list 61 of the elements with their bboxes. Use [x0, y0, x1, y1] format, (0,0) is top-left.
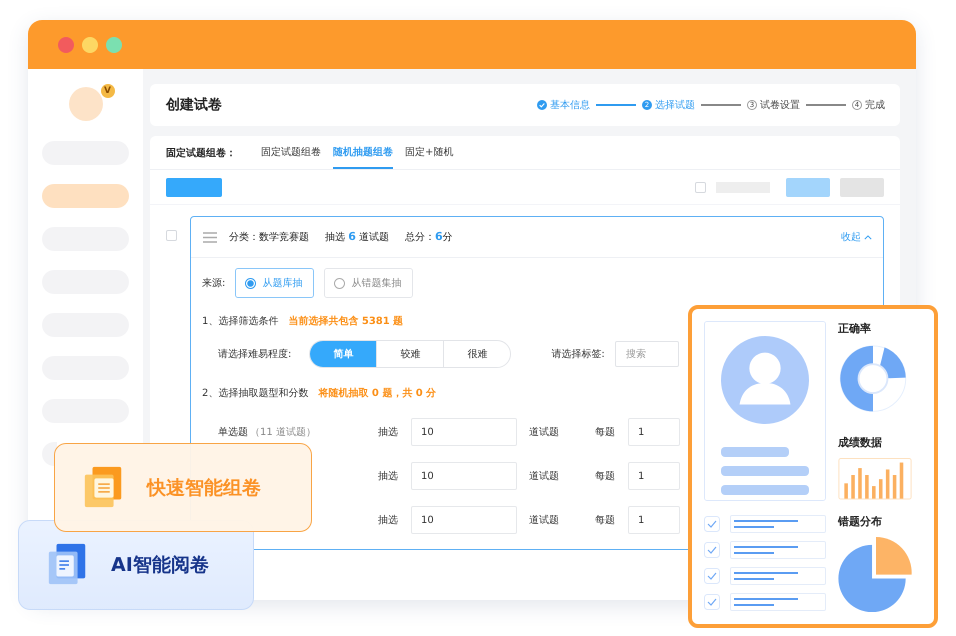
- mode-label: 固定试题组卷：: [166, 146, 236, 160]
- per-question-label: 每题: [595, 470, 615, 483]
- action-button[interactable]: [786, 178, 830, 196]
- avatar: [68, 87, 102, 121]
- tag-label: 请选择标签:: [551, 348, 605, 361]
- pick-count-field[interactable]: 10: [411, 506, 517, 534]
- sidebar-item[interactable]: [42, 184, 129, 208]
- check-circle-icon: [537, 100, 547, 110]
- donut-chart-drawing: [838, 344, 908, 414]
- score-field[interactable]: 1: [628, 506, 680, 534]
- difficulty-option[interactable]: 较难: [376, 341, 444, 367]
- step-connector: [701, 104, 741, 106]
- section-title: 1、选择筛选条件: [202, 314, 278, 328]
- drag-handle-icon[interactable]: [203, 232, 217, 242]
- mode-tab[interactable]: 固定+随机: [405, 136, 454, 169]
- vip-badge: V: [100, 84, 114, 98]
- pick-count-field[interactable]: 10: [411, 462, 517, 490]
- source-option[interactable]: 从错题集抽: [324, 268, 414, 298]
- category-text: 分类：数学竞赛题: [229, 230, 309, 244]
- mode-tab[interactable]: 固定试题组卷: [261, 136, 321, 169]
- score-field[interactable]: 1: [628, 462, 680, 490]
- per-question-label: 每题: [595, 514, 615, 527]
- difficulty-option[interactable]: 很难: [443, 341, 510, 367]
- source-label: 来源:: [202, 276, 226, 290]
- step-connector: [596, 104, 636, 106]
- step-connector: [806, 104, 846, 106]
- secondary-button[interactable]: [840, 178, 884, 196]
- section-note: 将随机抽取 0 题，共 0 分: [318, 386, 436, 400]
- pick-label: 抽选: [378, 514, 398, 527]
- unit-label: 道试题: [529, 470, 560, 483]
- pick-label: 抽选: [378, 470, 398, 483]
- unit-label: 道试题: [529, 514, 560, 527]
- chart-title: 错题分布: [838, 514, 883, 529]
- total-score-text: 总分：6分: [405, 230, 453, 244]
- maximize-dot[interactable]: [106, 36, 122, 52]
- question-count: （11 道试题）: [250, 426, 316, 439]
- minimize-dot[interactable]: [82, 36, 98, 52]
- feature-title: 快速智能组卷: [147, 476, 261, 500]
- section-note: 当前选择共包含 5381 题: [288, 314, 404, 328]
- pick-count-text: 抽选 6 道试题: [325, 230, 390, 244]
- unit-label: 道试题: [529, 426, 560, 439]
- checkbox[interactable]: [166, 230, 177, 241]
- feature-title: AI智能阅卷: [111, 553, 209, 578]
- user-avatar-icon: [721, 336, 809, 424]
- pick-count-field[interactable]: 10: [411, 418, 517, 446]
- add-button[interactable]: [166, 178, 222, 196]
- per-question-label: 每题: [595, 426, 615, 439]
- checkbox[interactable]: [695, 182, 706, 192]
- section-title: 2、选择抽取题型和分数: [202, 386, 308, 400]
- score-field[interactable]: 1: [628, 418, 680, 446]
- pick-label: 抽选: [378, 426, 398, 439]
- question-type: 单选题: [218, 426, 248, 439]
- text-line-placeholder: [721, 447, 789, 457]
- difficulty-label: 请选择难易程度:: [218, 348, 292, 361]
- page-title: 创建试卷: [166, 96, 222, 114]
- chart-title: 正确率: [838, 321, 872, 336]
- tag-search-field[interactable]: 搜索: [614, 341, 679, 367]
- step: 基本信息: [537, 98, 590, 112]
- close-dot[interactable]: [58, 36, 74, 52]
- caret-up-icon: [864, 234, 872, 240]
- chart-title: 成绩数据: [838, 435, 883, 450]
